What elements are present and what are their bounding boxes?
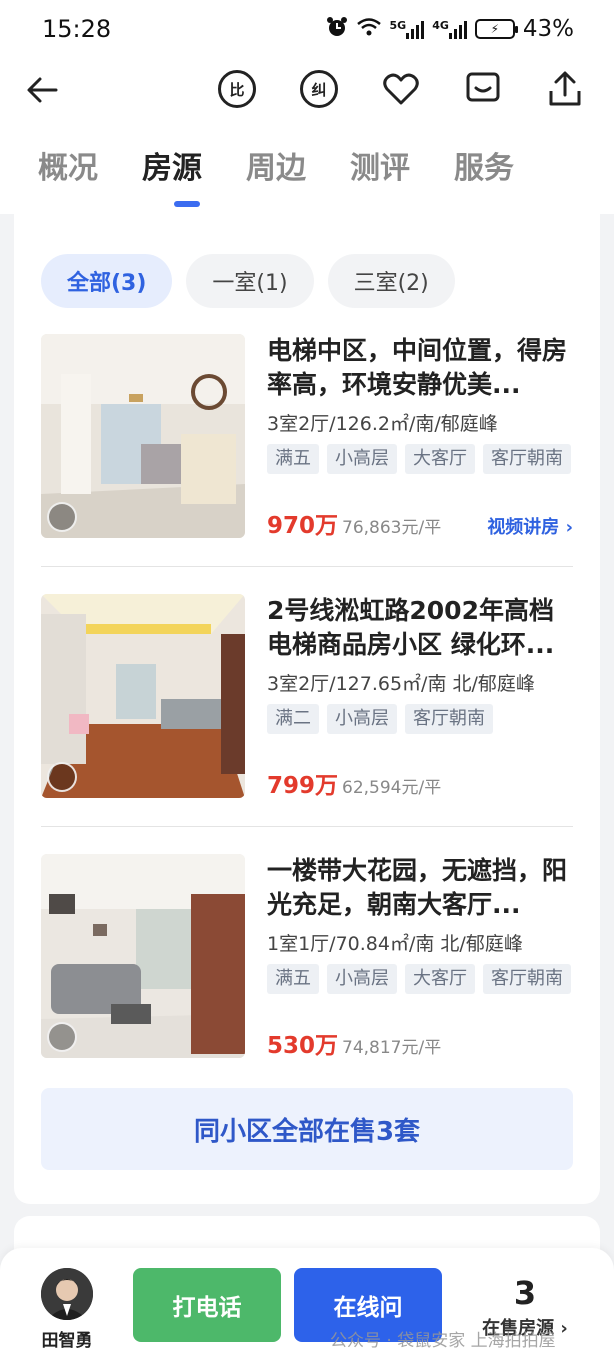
section-tabs: 概况 房源 周边 测评 服务 [0,122,614,214]
correction-icon: 纠 [300,70,338,108]
listing-title: 一楼带大花园，无遮挡，阳光充足，朝南大客厅... [267,856,568,919]
signal-4g-icon: 4G [432,19,467,39]
tab-overview[interactable]: 概况 [38,143,98,193]
signal-5g-icon: 5G [390,19,425,39]
filter-all[interactable]: 全部(3) [41,254,173,308]
listing-photo [41,854,245,1058]
listing-tag: 小高层 [327,444,397,474]
listing-spec: 1室1厅/70.84㎡/南 北/郁庭峰 [267,933,523,955]
divider [41,566,573,567]
avatar [41,1268,93,1320]
status-icons: 5G 4G ⚡ 43% [326,16,574,42]
listing-title: 电梯中区，中间位置，得房率高，环境安静优美... [267,336,568,399]
heart-icon [383,73,419,105]
listing-tags: 满五 小高层 大客厅 客厅朝南 [267,444,573,474]
back-arrow-icon[interactable] [22,70,62,110]
filter-one-room[interactable]: 一室(1) [186,254,314,308]
listing-price: 530万 [267,1033,339,1059]
listing-spec: 3室2厅/127.65㎡/南 北/郁庭峰 [267,673,535,695]
compare-icon: 比 [218,70,256,108]
compare-button[interactable]: 比 [216,68,258,110]
listing-price: 970万 [267,513,339,539]
favorite-button[interactable] [380,68,422,110]
correction-button[interactable]: 纠 [298,68,340,110]
listing-item[interactable]: 2号线淞虹路2002年高档电梯商品房小区 绿化环... 3室2厅/127.65㎡… [41,594,573,800]
status-time: 15:28 [42,15,112,43]
listing-unit-price: 74,817元/平 [342,1038,442,1058]
listing-photo [41,594,245,798]
top-nav: 比 纠 [0,58,614,122]
listing-tags: 满五 小高层 大客厅 客厅朝南 [267,964,573,994]
watermark: 公众号 · 袋鼠安家 上海拍拍屋 [330,1331,556,1351]
listing-tag: 大客厅 [405,964,475,994]
battery-percent: 43% [522,16,574,42]
listing-tag: 小高层 [327,704,397,734]
call-button[interactable]: 打电话 [133,1268,281,1342]
battery-icon: ⚡ [474,19,518,39]
status-bar: 15:28 5G 4G ⚡ 43% [0,0,614,58]
listing-tag: 大客厅 [405,444,475,474]
tab-reviews[interactable]: 测评 [350,143,410,193]
alarm-icon [326,16,348,42]
tab-surroundings[interactable]: 周边 [246,143,306,193]
listing-tags: 满二 小高层 客厅朝南 [267,704,573,734]
listing-tag: 满二 [267,704,319,734]
listing-title: 2号线淞虹路2002年高档电梯商品房小区 绿化环... [267,596,555,659]
listing-tag: 客厅朝南 [483,444,571,474]
listing-spec: 3室2厅/126.2㎡/南/郁庭峰 [267,413,498,435]
share-button[interactable] [544,68,586,110]
listing-tag: 小高层 [327,964,397,994]
listing-photo [41,334,245,538]
listing-item[interactable]: 电梯中区，中间位置，得房率高，环境安静优美... 3室2厅/126.2㎡/南/郁… [41,334,573,540]
listing-item[interactable]: 一楼带大花园，无遮挡，阳光充足，朝南大客厅... 1室1厅/70.84㎡/南 北… [41,854,573,1060]
vr-icon [47,762,77,792]
wifi-icon [356,17,382,41]
video-tour-link[interactable]: 视频讲房 › [487,513,573,539]
listing-tag: 满五 [267,964,319,994]
filter-three-room[interactable]: 三室(2) [327,254,455,308]
tab-services[interactable]: 服务 [454,143,514,193]
listing-price: 799万 [267,773,339,799]
tab-listings[interactable]: 房源 [142,143,202,207]
for-sale-count-number: 3 [513,1274,537,1312]
share-icon [549,71,581,106]
chat-icon [466,72,500,102]
agent-name: 田智勇 [41,1331,93,1351]
listing-unit-price: 62,594元/平 [342,778,442,798]
listings-card: 全部(3) 一室(1) 三室(2) 电梯中区，中间位置，得房率高，环境安静优美.… [14,214,600,1204]
agent-profile[interactable]: 田智勇 [36,1268,98,1351]
listing-tag: 满五 [267,444,319,474]
message-button[interactable] [462,68,504,110]
all-listings-button[interactable]: 同小区全部在售3套 [41,1088,573,1170]
vr-icon [47,502,77,532]
vr-icon [47,1022,77,1052]
room-filter: 全部(3) 一室(1) 三室(2) [41,254,455,308]
listing-tag: 客厅朝南 [483,964,571,994]
divider [41,826,573,827]
listing-unit-price: 76,863元/平 [342,518,442,538]
listing-tag: 客厅朝南 [405,704,493,734]
